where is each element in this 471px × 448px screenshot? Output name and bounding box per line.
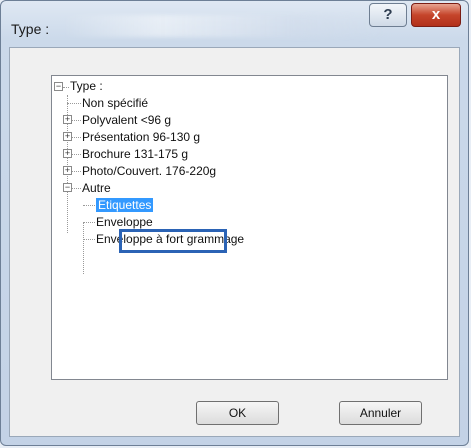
tree-item-presentation[interactable]: Présentation 96-130 g [82, 129, 200, 145]
tree-root-label[interactable]: Type : [70, 78, 103, 94]
tree-item-etiquettes[interactable]: Etiquettes [96, 197, 154, 213]
help-button[interactable]: ? [369, 3, 407, 27]
dialog-content: − Type : Non spécifié + Polyvalent <96 g… [9, 47, 460, 437]
title-bar[interactable]: Type : ? x [1, 1, 468, 47]
tree-item-polyvalent[interactable]: Polyvalent <96 g [82, 112, 171, 128]
tree-item-autre[interactable]: Autre [82, 180, 111, 196]
tree-item-photo-couvert[interactable]: Photo/Couvert. 176-220g [82, 163, 216, 179]
tree-connector [83, 223, 84, 274]
tree-connector [72, 120, 81, 121]
expand-icon[interactable]: + [63, 166, 72, 175]
expand-icon[interactable]: + [63, 132, 72, 141]
tree-connector [72, 154, 81, 155]
tree-item-etiquettes-label: Etiquettes [96, 198, 154, 212]
tree-connector [63, 87, 69, 88]
tree-connector [83, 239, 95, 240]
tree-connector [72, 171, 81, 172]
ok-button[interactable]: OK [196, 401, 279, 425]
tree-item-brochure[interactable]: Brochure 131-175 g [82, 146, 188, 162]
tree-connector [67, 103, 81, 104]
expand-icon[interactable]: + [63, 149, 72, 158]
expand-icon[interactable]: + [63, 115, 72, 124]
tree-connector [83, 222, 95, 223]
dialog-window: Type : ? x − Type : Non spécifié + Polyv… [0, 0, 469, 446]
type-tree[interactable]: − Type : Non spécifié + Polyvalent <96 g… [51, 75, 448, 380]
tree-connector [72, 137, 81, 138]
blurred-background [61, 15, 391, 37]
tree-connector [83, 205, 95, 206]
tree-item-non-specifie[interactable]: Non spécifié [82, 95, 148, 111]
tree-connector [72, 188, 81, 189]
collapse-icon[interactable]: − [63, 183, 72, 192]
tree-item-enveloppe[interactable]: Enveloppe [96, 214, 153, 230]
collapse-icon[interactable]: − [54, 82, 63, 91]
selection-highlight-box [119, 229, 227, 253]
close-button[interactable]: x [411, 3, 461, 27]
cancel-button[interactable]: Annuler [339, 401, 422, 425]
window-title: Type : [11, 21, 50, 37]
